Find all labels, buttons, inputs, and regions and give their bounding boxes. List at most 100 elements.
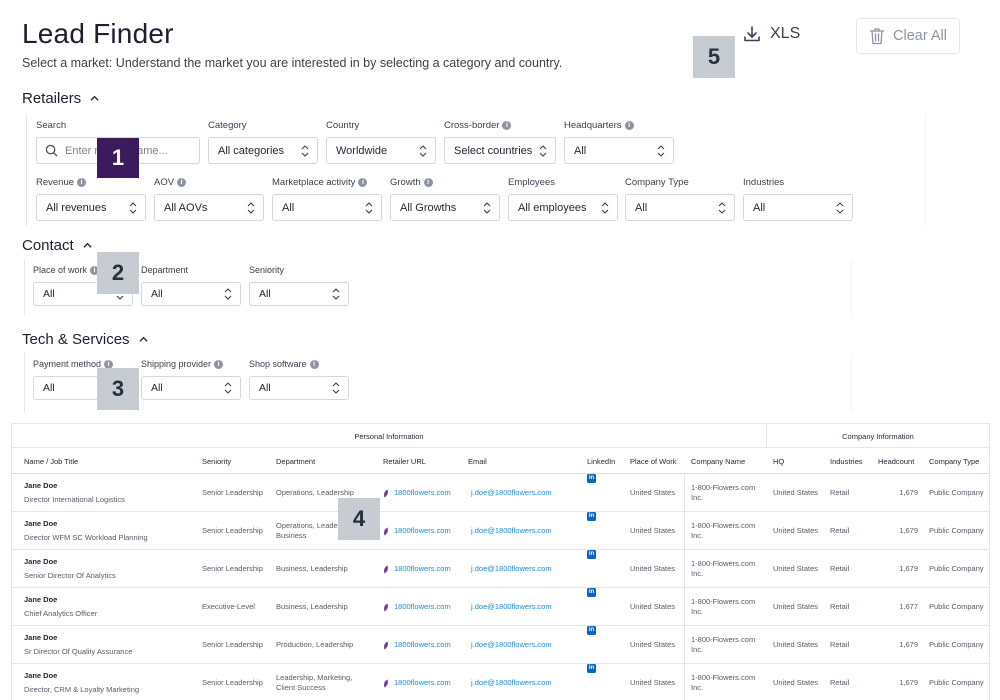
revenue-select[interactable]: All revenues	[36, 194, 146, 221]
linkedin-icon[interactable]: in	[587, 588, 596, 597]
retailer-url-link[interactable]: 1800flowers.com	[383, 512, 463, 550]
table-header-row: Name / Job Title Seniority Department Re…	[12, 448, 989, 474]
col-linkedin[interactable]: LinkedIn	[587, 448, 615, 474]
marker-4: 4	[338, 498, 380, 540]
updown-chevron-icon	[224, 288, 232, 300]
table-row[interactable]: Jane Doe Director International Logistics…	[12, 474, 989, 512]
linkedin-icon[interactable]: in	[587, 664, 596, 673]
cell-headcount: 1,679	[899, 525, 918, 535]
updown-chevron-icon	[129, 201, 137, 214]
country-value: Worldwide	[336, 144, 388, 157]
table-row[interactable]: Jane Doe Director, CRM & Loyalty Marketin…	[12, 664, 989, 700]
leads-table: Personal Information Company Information…	[11, 423, 990, 700]
cell-headcount: 1,677	[899, 601, 918, 611]
linkedin-icon[interactable]: in	[587, 626, 596, 635]
category-select[interactable]: All categories	[208, 137, 318, 164]
industries-select[interactable]: All	[743, 194, 853, 221]
retailer-url-link[interactable]: 1800flowers.com	[383, 474, 463, 512]
col-seniority[interactable]: Seniority	[202, 448, 231, 474]
table-row[interactable]: Jane Doe Sr Director Of Quality Assurance…	[12, 626, 989, 664]
updown-chevron-icon	[419, 144, 427, 157]
employees-select[interactable]: All employees	[508, 194, 618, 221]
info-icon[interactable]: i	[502, 120, 512, 130]
place-of-work-label-text: Place of work	[33, 265, 88, 275]
contact-name: Jane Doe	[24, 519, 58, 529]
contact-section-toggle[interactable]: Contact	[22, 237, 93, 254]
info-icon[interactable]: i	[77, 177, 87, 187]
retailer-url-text: 1800flowers.com	[394, 563, 451, 573]
aov-select[interactable]: All AOVs	[154, 194, 264, 221]
payment-method-value: All	[43, 382, 55, 394]
email-link[interactable]: j.doe@1800flowers.com	[471, 664, 581, 700]
col-place-of-work[interactable]: Place of Work	[630, 448, 677, 474]
col-company-name[interactable]: Company Name	[691, 448, 745, 474]
clear-all-button[interactable]: Clear All	[856, 18, 960, 54]
col-name[interactable]: Name / Job Title	[24, 448, 78, 474]
department-label: Department	[141, 265, 189, 275]
industries-field: Industries All	[743, 176, 853, 221]
linkedin-icon[interactable]: in	[587, 512, 596, 521]
col-retailer-url[interactable]: Retailer URL	[383, 448, 426, 474]
company-type-select[interactable]: All	[625, 194, 735, 221]
info-icon[interactable]: i	[423, 177, 433, 187]
info-icon[interactable]: i	[177, 177, 187, 187]
shop-software-select[interactable]: All	[249, 376, 349, 400]
marketplace-label: Marketplace activity i	[272, 176, 382, 188]
cell-hq: United States	[773, 487, 819, 497]
email-link[interactable]: j.doe@1800flowers.com	[471, 550, 581, 588]
table-row[interactable]: Jane Doe Senior Director Of Analytics Seni…	[12, 550, 989, 588]
cell-headcount: 1,679	[899, 639, 918, 649]
cell-department: Business, Leadership	[276, 563, 348, 573]
growth-select[interactable]: All Growths	[390, 194, 500, 221]
cross-border-select[interactable]: Select countries	[444, 137, 556, 164]
linkedin-icon[interactable]: in	[587, 474, 596, 483]
cell-headcount: 1,679	[899, 677, 918, 687]
retailers-title: Retailers	[22, 90, 82, 107]
retailer-url-text: 1800flowers.com	[394, 487, 451, 497]
retailer-url-link[interactable]: 1800flowers.com	[383, 588, 463, 626]
col-industries[interactable]: Industries	[830, 448, 863, 474]
department-select[interactable]: All	[141, 282, 241, 306]
shipping-provider-select[interactable]: All	[141, 376, 241, 400]
marketplace-select[interactable]: All	[272, 194, 382, 221]
info-icon[interactable]: i	[358, 177, 368, 187]
chevron-up-icon	[138, 336, 148, 342]
headquarters-select[interactable]: All	[564, 137, 674, 164]
flower-leaf-icon	[384, 489, 388, 497]
aov-field: AOV i All AOVs	[154, 176, 264, 221]
cell-hq: United States	[773, 639, 819, 649]
email-link[interactable]: j.doe@1800flowers.com	[471, 626, 581, 664]
info-icon[interactable]: i	[624, 120, 634, 130]
tech-section-toggle[interactable]: Tech & Services	[22, 331, 149, 348]
growth-field: Growth i All Growths	[390, 176, 500, 221]
updown-chevron-icon	[539, 144, 547, 157]
country-select[interactable]: Worldwide	[326, 137, 436, 164]
shop-software-label-text: Shop software	[249, 359, 307, 369]
retailer-url-link[interactable]: 1800flowers.com	[383, 664, 463, 700]
cell-linkedin: in	[587, 512, 617, 550]
col-department[interactable]: Department	[276, 448, 315, 474]
shop-software-label: Shop software i	[249, 358, 349, 370]
email-link[interactable]: j.doe@1800flowers.com	[471, 474, 581, 512]
updown-chevron-icon	[718, 201, 726, 214]
cell-company-type: Public Company	[929, 677, 984, 687]
col-hq[interactable]: HQ	[773, 448, 784, 474]
col-email[interactable]: Email	[468, 448, 487, 474]
info-icon[interactable]: i	[214, 359, 224, 369]
col-company-type[interactable]: Company Type	[929, 448, 979, 474]
table-row[interactable]: Jane Doe Chief Analytics Officer Executive…	[12, 588, 989, 626]
flower-leaf-icon	[384, 565, 388, 573]
col-headcount[interactable]: Headcount	[878, 448, 914, 474]
retailer-url-link[interactable]: 1800flowers.com	[383, 626, 463, 664]
table-row[interactable]: Jane Doe Director WFM SC Workload Plannin…	[12, 512, 989, 550]
retailer-url-link[interactable]: 1800flowers.com	[383, 550, 463, 588]
linkedin-icon[interactable]: in	[587, 550, 596, 559]
retailers-section-toggle[interactable]: Retailers	[22, 90, 100, 107]
cell-seniority: Executive-Level	[202, 601, 255, 611]
export-xls-button[interactable]: XLS	[742, 24, 800, 44]
email-link[interactable]: j.doe@1800flowers.com	[471, 588, 581, 626]
info-icon[interactable]: i	[309, 359, 319, 369]
seniority-select[interactable]: All	[249, 282, 349, 306]
email-link[interactable]: j.doe@1800flowers.com	[471, 512, 581, 550]
company-type-label: Company Type	[625, 176, 689, 188]
